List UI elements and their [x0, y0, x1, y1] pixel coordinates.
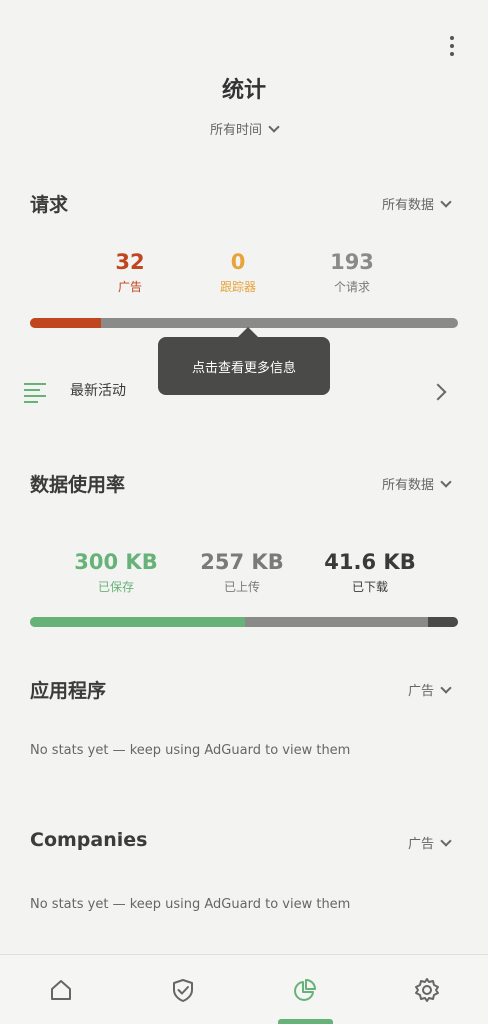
home-icon: [51, 980, 71, 1000]
trackers-stat: 0 跟踪器: [178, 250, 298, 295]
data-usage-bar-uploaded-segment: [244, 617, 429, 627]
chevron-down-icon: [440, 682, 452, 694]
requests-section-title: 请求: [30, 194, 69, 216]
uploaded-label: 已上传: [223, 580, 260, 594]
ads-count: 32: [115, 250, 145, 274]
pie-chart-icon: [294, 979, 316, 1001]
nav-home[interactable]: [0, 955, 122, 1024]
chevron-down-icon: [268, 121, 280, 133]
chevron-down-icon: [440, 476, 452, 488]
saved-label: 已保存: [97, 580, 134, 594]
requests-count: 193: [330, 250, 374, 274]
data-usage-filter-label: 所有数据: [381, 478, 434, 493]
uploaded-value: 257 KB: [200, 550, 284, 574]
apps-empty-message: No stats yet — keep using AdGuard to vie…: [30, 743, 351, 758]
companies-section-title: Companies: [30, 829, 148, 851]
data-usage-filter-dropdown[interactable]: 所有数据: [381, 474, 452, 493]
chevron-down-icon: [440, 196, 452, 208]
companies-filter-label: 广告: [407, 837, 434, 852]
data-usage-section-title: 数据使用率: [30, 474, 126, 496]
companies-filter-dropdown[interactable]: 广告: [407, 833, 452, 852]
trackers-label: 跟踪器: [219, 280, 256, 294]
companies-empty-message: No stats yet — keep using AdGuard to vie…: [30, 897, 351, 912]
requests-label: 个请求: [333, 280, 370, 294]
apps-section-title: 应用程序: [30, 680, 107, 702]
tooltip-text: 点击查看更多信息: [191, 360, 296, 376]
recent-activity-label[interactable]: 最新活动: [70, 380, 126, 400]
downloaded-stat: 41.6 KB 已下载: [310, 550, 430, 595]
list-icon: [24, 383, 46, 403]
data-usage-bar-downloaded-segment: [428, 617, 458, 627]
more-options-button[interactable]: [436, 30, 468, 62]
saved-stat: 300 KB 已保存: [56, 550, 176, 595]
more-options-icon: [450, 36, 454, 40]
page-title: 统计: [221, 78, 266, 103]
chevron-right-icon[interactable]: [429, 383, 447, 401]
shield-check-icon: [173, 979, 193, 1002]
requests-filter-label: 所有数据: [381, 198, 434, 213]
ads-label: 广告: [117, 280, 142, 294]
active-tab-indicator: [278, 1019, 333, 1024]
ads-stat: 32 广告: [70, 250, 190, 295]
saved-value: 300 KB: [74, 550, 158, 574]
nav-settings[interactable]: [366, 955, 488, 1024]
period-label: 所有时间: [209, 123, 262, 138]
requests-filter-dropdown[interactable]: 所有数据: [381, 194, 452, 213]
gear-icon: [415, 978, 439, 1002]
period-selector[interactable]: 所有时间: [0, 119, 488, 138]
downloaded-label: 已下载: [351, 580, 388, 594]
data-usage-bar-saved-segment: [30, 617, 245, 627]
trackers-count: 0: [230, 250, 246, 274]
requests-bar-ads-segment: [30, 318, 102, 328]
total-requests-stat: 193 个请求: [292, 250, 412, 295]
apps-filter-dropdown[interactable]: 广告: [407, 680, 452, 699]
bottom-navigation: [0, 954, 488, 1024]
data-usage-bar: [30, 617, 458, 627]
chevron-down-icon: [440, 835, 452, 847]
uploaded-stat: 257 KB 已上传: [182, 550, 302, 595]
downloaded-value: 41.6 KB: [324, 550, 416, 574]
apps-filter-label: 广告: [407, 684, 434, 699]
nav-statistics[interactable]: [244, 955, 366, 1024]
more-info-tooltip[interactable]: 点击查看更多信息: [158, 327, 330, 395]
nav-protection[interactable]: [122, 955, 244, 1024]
